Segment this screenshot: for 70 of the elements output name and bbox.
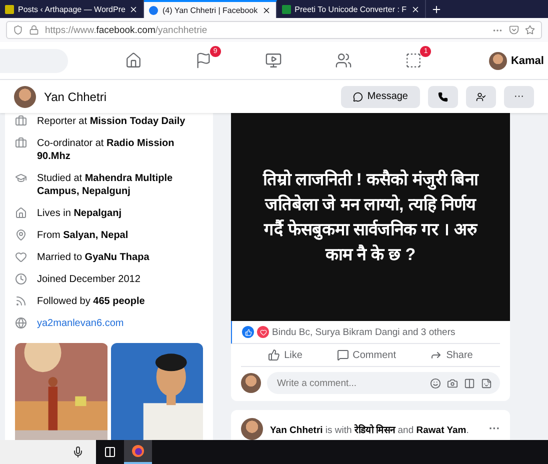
address-bar[interactable]: https://www.facebook.com/yanchhetrie (6, 21, 542, 39)
lock-icon (29, 25, 39, 35)
avatar (241, 373, 261, 393)
shield-icon (13, 25, 23, 35)
comment-field[interactable]: Write a comment... (275, 376, 424, 390)
watch-nav-icon[interactable] (264, 52, 282, 69)
firefox-icon[interactable] (124, 440, 152, 464)
friends-icon (476, 92, 486, 102)
comment-icon (336, 349, 349, 361)
love-reaction-icon (257, 326, 269, 338)
comment-box[interactable]: Write a comment... (267, 372, 500, 394)
link-icon (15, 317, 27, 329)
study-icon (15, 172, 27, 184)
like-reaction-icon (242, 326, 254, 338)
message-button[interactable]: Message (341, 86, 420, 108)
favicon-icon (149, 6, 158, 14)
browser-tab[interactable]: (4) Yan Chhetri | Facebook (144, 0, 277, 18)
share-icon (430, 349, 442, 361)
camera-icon[interactable] (447, 378, 458, 388)
close-icon[interactable] (129, 4, 138, 14)
like-icon (268, 349, 280, 361)
post-image-text: तिम्रो लाजनिती ! कसैको मंजुरी बिना जतिबेला जे मन लाग्यो, त्यहि निर्णय गर्दै फेसबुकमा सार्वजनिक गर । अरु काम नै के छ ? (262, 168, 480, 266)
avatar[interactable] (488, 52, 507, 70)
work-icon (15, 115, 27, 127)
more-button[interactable]: ··· (504, 86, 534, 108)
like-button[interactable]: Like (262, 348, 308, 362)
intro-text: Lives in Nepalganj (37, 207, 122, 220)
microphone-icon[interactable] (72, 446, 84, 458)
message-icon (353, 92, 364, 102)
friends-button[interactable] (466, 86, 496, 108)
post-header-text: Yan Chhetri is with रेडियो मिसन and Rawat Yam. (270, 423, 470, 436)
reactions-text[interactable]: Bindu Bc, Surya Bikram Dangi and 3 others (272, 326, 456, 338)
close-icon[interactable] (410, 4, 420, 14)
intro-text: Followed by 465 people (37, 295, 145, 308)
intro-text: Joined December 2012 (37, 273, 140, 286)
call-icon (438, 92, 448, 102)
url-text: https://www.facebook.com/yanchhetrie (45, 24, 208, 36)
intro-text: Co-ordinator at Radio Mission 90.Mhz (37, 137, 176, 163)
emoji-icon[interactable] (430, 378, 441, 388)
call-button[interactable] (428, 86, 458, 108)
new-tab-icon[interactable] (431, 4, 442, 14)
share-button[interactable]: Share (424, 348, 479, 362)
home-icon (15, 207, 27, 219)
heart-icon (15, 251, 27, 263)
pocket-icon[interactable] (509, 25, 519, 35)
post-menu-button[interactable]: ··· (489, 423, 500, 435)
close-icon[interactable] (262, 6, 271, 14)
home-nav-icon[interactable] (124, 52, 142, 69)
bookmark-star-icon[interactable] (525, 25, 535, 35)
picture[interactable]: तिम्रो लाजनिती ! कसैको मंजुरी बिना जतिबेला जे मन लाग्यो, त्यहि निर्णय गर्दै फेसबुकमा सार्वजनिक गर । अरु काम नै के छ ? (231, 113, 510, 321)
place-icon (15, 229, 27, 241)
comment-button[interactable]: Comment (330, 348, 402, 362)
followers-icon (15, 295, 27, 307)
clock-icon (15, 273, 27, 285)
groups-nav-icon[interactable] (335, 52, 352, 69)
pages-nav-icon[interactable] (194, 52, 212, 69)
website-link[interactable]: ya2manlevan6.com (37, 317, 124, 330)
avatar[interactable] (241, 418, 263, 440)
user-name[interactable]: Kamal (510, 54, 544, 66)
intro-text: Married to GyaNu Thapa (37, 251, 150, 264)
intro-text: Reporter at Mission Today Daily (37, 115, 186, 128)
favicon-icon (5, 4, 14, 14)
work-icon (15, 137, 27, 149)
intro-text: From Salyan, Nepal (37, 229, 128, 242)
favicon-icon (282, 4, 291, 14)
avatar[interactable] (14, 86, 36, 108)
sticker-icon[interactable] (481, 378, 492, 388)
gaming-nav-icon[interactable] (405, 52, 422, 69)
profile-name: Yan Chhetri (44, 90, 108, 104)
intro-text: Studied at Mahendra Multiple Campus, Nepalgunj (37, 172, 174, 198)
